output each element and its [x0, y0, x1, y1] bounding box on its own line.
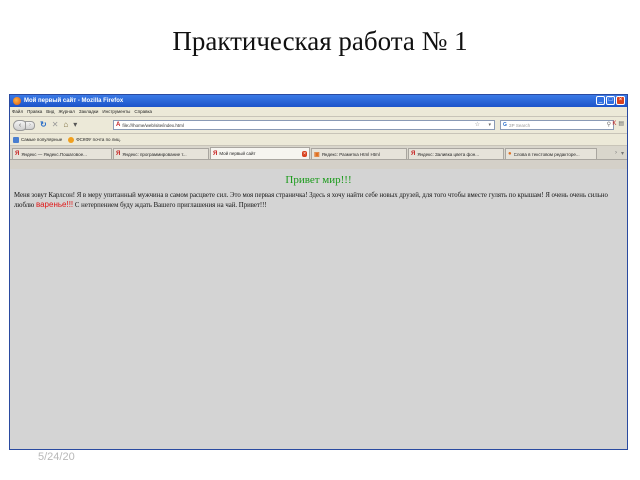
- tab-label: Яндекс: Разметка Html Html: [321, 151, 380, 157]
- paragraph-highlight: варенье!!!: [35, 200, 74, 209]
- yandex-icon: Я: [411, 151, 416, 157]
- tab-scroll-right-icon[interactable]: ›: [615, 150, 617, 157]
- page-heading: Привет мир!!!: [285, 174, 352, 186]
- tab-label: Слова в текстовом редакторе...: [513, 151, 580, 157]
- address-dropdown-icon[interactable]: ▾: [488, 121, 491, 129]
- minimize-button[interactable]: _: [596, 96, 605, 105]
- tab-2[interactable]: Я Яндекс: программирование т...: [113, 148, 209, 159]
- page-icon: ●: [508, 151, 512, 157]
- paragraph-text-end: С нетерпением буду ждать Вашего приглаше…: [74, 202, 267, 209]
- tab-6[interactable]: ● Слова в текстовом редакторе...: [505, 148, 597, 159]
- tab-bar: Я Яндекс — Яндекс.Пошаговое... Я Яндекс:…: [10, 146, 627, 160]
- bookmarks-toolbar: Самые популярные ФСКФУ почта по лиц.: [10, 134, 627, 146]
- all-tabs-icon[interactable]: ▾: [621, 150, 624, 157]
- stop-icon[interactable]: ✕: [52, 120, 59, 130]
- history-dropdown-icon[interactable]: ▾: [73, 120, 77, 130]
- bookmark-most-visited[interactable]: Самые популярные: [13, 136, 63, 143]
- address-bar[interactable]: A file:///home/web/site/index.html ☆ ▾: [113, 120, 495, 130]
- addon-icon[interactable]: K: [612, 120, 616, 129]
- search-icon[interactable]: ⚲: [607, 121, 611, 129]
- yandex-icon: Я: [15, 151, 20, 157]
- firefox-icon: [13, 97, 21, 105]
- tab-active[interactable]: Я Мой первый сайт ×: [210, 147, 310, 159]
- browser-window: Мой первый сайт - Mozilla Firefox _ □ × …: [9, 94, 628, 450]
- address-url: file:///home/web/site/index.html: [122, 122, 184, 128]
- tab-label: Яндекс: программирование т...: [122, 151, 187, 157]
- yandex-icon: Я: [213, 150, 218, 157]
- tab-1[interactable]: Я Яндекс — Яндекс.Пошаговое...: [12, 148, 112, 159]
- navigation-toolbar: ‹ › ↻ ✕ ⌂ ▾ A file:///home/web/site/inde…: [10, 117, 627, 134]
- slide-date: 5/24/20: [38, 451, 75, 463]
- page-paragraph: Меня зовут Карлсон! Я в меру упитанный м…: [14, 191, 623, 210]
- menu-edit[interactable]: Правка: [27, 109, 42, 114]
- window-titlebar[interactable]: Мой первый сайт - Mozilla Firefox _ □ ×: [10, 95, 627, 107]
- forward-button[interactable]: ›: [25, 120, 35, 130]
- page-menu-icon[interactable]: ▤: [618, 120, 624, 129]
- search-engine-icon[interactable]: G: [503, 122, 507, 128]
- bookmark-label: Самые популярные: [21, 137, 63, 142]
- tab-5[interactable]: Я Яндекс: Заливка цвета фон...: [408, 148, 504, 159]
- bookmark-icon: [13, 136, 19, 143]
- bookmark-mail[interactable]: ФСКФУ почта по лиц.: [68, 136, 121, 143]
- bookmark-star-icon[interactable]: ☆: [475, 121, 480, 129]
- close-button[interactable]: ×: [616, 96, 625, 105]
- search-placeholder: ЗР Search: [508, 122, 531, 128]
- window-title: Мой первый сайт - Mozilla Firefox: [24, 98, 124, 104]
- site-favicon-icon: A: [116, 122, 121, 128]
- tab-label: Яндекс: Заливка цвета фон...: [417, 151, 479, 157]
- page-icon: ▣: [314, 151, 320, 158]
- menu-tools[interactable]: Инструменты: [102, 109, 130, 114]
- menu-bar: Файл Правка Вид Журнал Закладки Инструме…: [10, 107, 627, 117]
- bookmark-label: ФСКФУ почта по лиц.: [76, 137, 121, 142]
- menu-view[interactable]: Вид: [46, 109, 54, 114]
- tab-label: Мой первый сайт: [219, 151, 256, 156]
- home-icon[interactable]: ⌂: [63, 120, 68, 130]
- close-tab-icon[interactable]: ×: [302, 150, 307, 157]
- tab-label: Яндекс — Яндекс.Пошаговое...: [21, 151, 87, 157]
- menu-file[interactable]: Файл: [12, 109, 23, 114]
- menu-help[interactable]: Справка: [134, 109, 152, 114]
- tab-4[interactable]: ▣ Яндекс: Разметка Html Html: [311, 148, 407, 159]
- yandex-icon: Я: [116, 151, 121, 157]
- menu-history[interactable]: Журнал: [58, 109, 74, 114]
- globe-icon: [68, 136, 75, 143]
- menu-bookmarks[interactable]: Закладки: [79, 109, 98, 114]
- search-box[interactable]: G ЗР Search ⚲: [500, 120, 614, 130]
- page-content: Привет мир!!! Меня зовут Карлсон! Я в ме…: [10, 169, 627, 449]
- slide-title: Практическая работа № 1: [172, 26, 468, 56]
- reload-icon[interactable]: ↻: [40, 120, 47, 130]
- maximize-button[interactable]: □: [606, 96, 615, 105]
